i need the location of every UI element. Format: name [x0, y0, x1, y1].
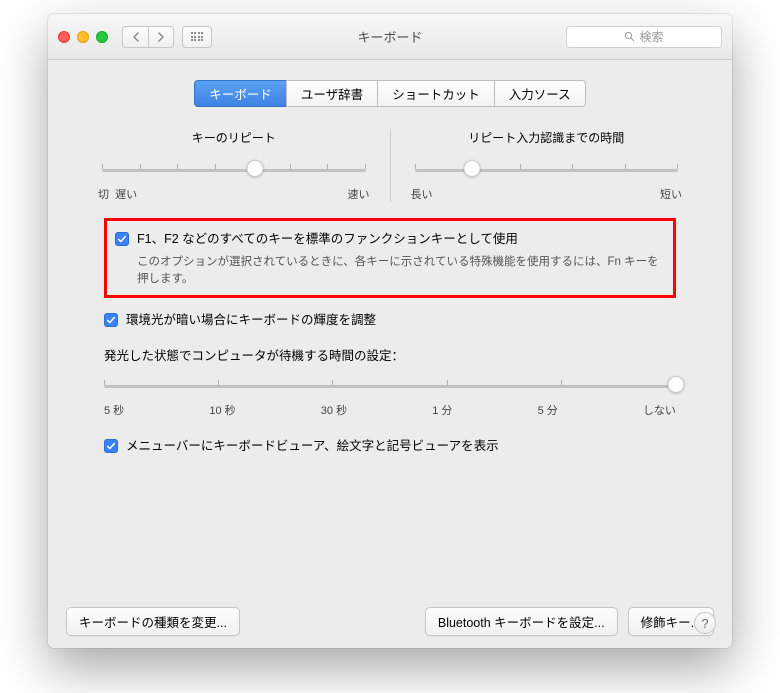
fn-keys-option: F1、F2 などのすべてのキーを標準のファンクションキーとして使用 — [115, 227, 665, 252]
idle-stop-10s: 10 秒 — [209, 402, 235, 418]
show-all-button[interactable] — [182, 26, 212, 48]
options-area: F1、F2 などのすべてのキーを標準のファンクションキーとして使用 このオプショ… — [66, 202, 714, 459]
minimize-button[interactable] — [77, 31, 89, 43]
check-icon — [106, 315, 116, 325]
idle-section: 発光した状態でコンピュータが待機する時間の設定： 5 秒 10 秒 30 秒 1… — [104, 333, 676, 418]
delay-slider[interactable] — [415, 160, 679, 180]
delay-slider-group: リピート入力認識までの時間 長い 短い — [409, 129, 685, 202]
idle-thumb[interactable] — [668, 376, 685, 393]
traffic-lights — [58, 31, 108, 43]
slider-divider — [390, 129, 391, 202]
search-icon — [624, 31, 635, 42]
adjust-brightness-option: 環境光が暗い場合にキーボードの輝度を調整 — [104, 308, 676, 333]
key-repeat-slider-group: キーのリピート 切 遅い 速い — [96, 129, 372, 202]
adjust-brightness-checkbox[interactable] — [104, 313, 118, 327]
highlight-box: F1、F2 などのすべてのキーを標準のファンクションキーとして使用 このオプショ… — [104, 218, 676, 298]
key-repeat-slider[interactable] — [102, 160, 366, 180]
tab-keyboard[interactable]: キーボード — [194, 80, 286, 107]
search-input[interactable]: 検索 — [566, 26, 722, 48]
idle-label: 発光した状態でコンピュータが待機する時間の設定： — [104, 345, 676, 364]
zoom-button[interactable] — [96, 31, 108, 43]
check-icon — [106, 441, 116, 451]
idle-slider[interactable] — [104, 376, 676, 398]
fn-keys-hint: このオプションが選択されているときに、各キーに示されている特殊機能を使用するには… — [137, 254, 665, 287]
grid-icon — [191, 32, 204, 41]
idle-stop-never: しない — [643, 402, 676, 418]
key-repeat-thumb[interactable] — [246, 160, 263, 177]
delay-long-label: 長い — [411, 186, 433, 202]
idle-stop-1m: 1 分 — [432, 402, 452, 418]
preferences-window: キーボード 検索 キーボード ユーザ辞書 ショートカット 入力ソース キーのリピ… — [48, 14, 732, 648]
key-repeat-title: キーのリピート — [96, 129, 372, 146]
delay-short-label: 短い — [660, 186, 682, 202]
footer: ? — [694, 612, 716, 634]
idle-stop-5m: 5 分 — [538, 402, 558, 418]
tab-bar: キーボード ユーザ辞書 ショートカット 入力ソース — [66, 80, 714, 107]
slider-row: キーのリピート 切 遅い 速い リピート入力認識までの時間 — [66, 129, 714, 202]
change-keyboard-type-button[interactable]: キーボードの種類を変更... — [66, 607, 240, 636]
fn-keys-checkbox[interactable] — [115, 232, 129, 246]
bluetooth-setup-button[interactable]: Bluetooth キーボードを設定... — [425, 607, 618, 636]
delay-title: リピート入力認識までの時間 — [409, 129, 685, 146]
tab-input-sources[interactable]: 入力ソース — [494, 80, 586, 107]
idle-stop-5s: 5 秒 — [104, 402, 124, 418]
tab-user-dict[interactable]: ユーザ辞書 — [286, 80, 377, 107]
adjust-brightness-label: 環境光が暗い場合にキーボードの輝度を調整 — [126, 312, 376, 329]
show-viewers-label: メニューバーにキーボードビューア、絵文字と記号ビューアを表示 — [126, 438, 499, 455]
check-icon — [117, 234, 127, 244]
key-repeat-off-label: 切 遅い — [98, 186, 137, 202]
back-button[interactable] — [122, 26, 148, 48]
idle-stops: 5 秒 10 秒 30 秒 1 分 5 分 しない — [104, 402, 676, 418]
help-button[interactable]: ? — [694, 612, 716, 634]
nav-buttons — [122, 26, 174, 48]
tab-shortcuts[interactable]: ショートカット — [377, 80, 494, 107]
show-viewers-checkbox[interactable] — [104, 439, 118, 453]
idle-stop-30s: 30 秒 — [321, 402, 347, 418]
fn-keys-label: F1、F2 などのすべてのキーを標準のファンクションキーとして使用 — [137, 231, 518, 248]
bottom-buttons: キーボードの種類を変更... Bluetooth キーボードを設定... 修飾キ… — [48, 607, 732, 636]
key-repeat-fast-label: 速い — [348, 186, 370, 202]
show-viewers-option: メニューバーにキーボードビューア、絵文字と記号ビューアを表示 — [104, 434, 676, 459]
search-placeholder: 検索 — [639, 28, 663, 45]
close-button[interactable] — [58, 31, 70, 43]
forward-button[interactable] — [148, 26, 174, 48]
titlebar: キーボード 検索 — [48, 14, 732, 60]
delay-thumb[interactable] — [464, 160, 481, 177]
content-area: キーボード ユーザ辞書 ショートカット 入力ソース キーのリピート 切 遅い 速… — [48, 60, 732, 475]
